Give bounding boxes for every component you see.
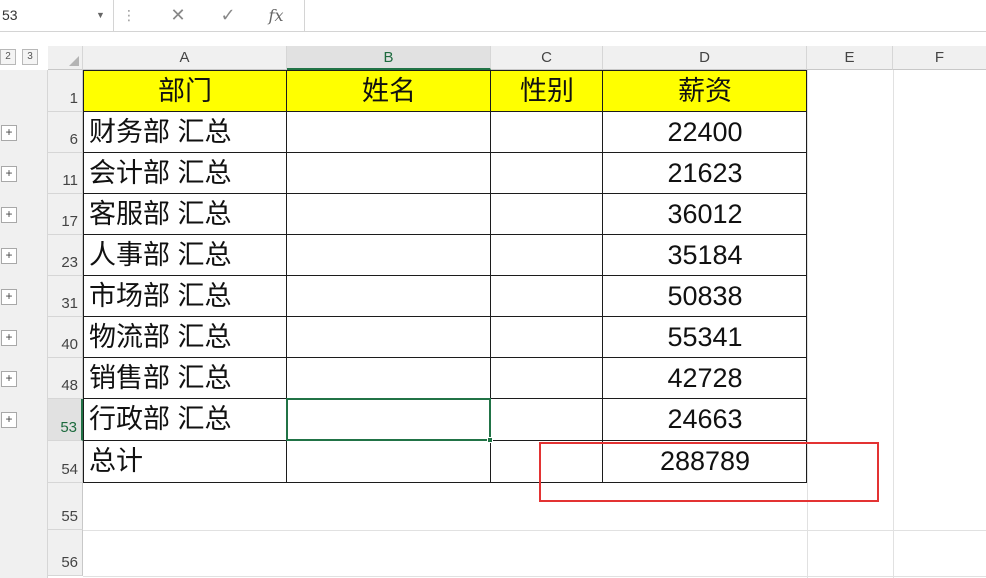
table-border <box>806 70 807 483</box>
formula-input[interactable] <box>304 0 986 31</box>
outline-pane: + + + + + + + + <box>0 70 48 578</box>
table-border <box>83 70 84 483</box>
column-header-f[interactable]: F <box>893 46 986 70</box>
table-border <box>83 275 807 276</box>
column-header-a[interactable]: A <box>83 46 287 70</box>
cell-dept[interactable]: 物流部 汇总 <box>83 317 287 358</box>
cell-salary[interactable]: 21623 <box>603 153 807 194</box>
gridline <box>83 576 986 577</box>
row-header[interactable]: 53 <box>48 399 83 441</box>
row-header[interactable]: 56 <box>48 530 83 576</box>
cell-c1[interactable]: 性别 <box>491 71 603 112</box>
row-header[interactable]: 17 <box>48 194 83 235</box>
table-border <box>602 70 603 483</box>
cell-salary[interactable]: 50838 <box>603 276 807 317</box>
column-header-d[interactable]: D <box>603 46 807 70</box>
cell-salary[interactable]: 35184 <box>603 235 807 276</box>
expand-group-button[interactable]: + <box>1 289 17 305</box>
cell-dept[interactable]: 人事部 汇总 <box>83 235 287 276</box>
gridline <box>893 70 894 578</box>
cell-dept[interactable]: 财务部 汇总 <box>83 112 287 153</box>
expand-group-button[interactable]: + <box>1 371 17 387</box>
table-border <box>83 234 807 235</box>
row-header[interactable]: 48 <box>48 358 83 399</box>
cell-salary[interactable]: 42728 <box>603 358 807 399</box>
cell-salary[interactable]: 24663 <box>603 399 807 441</box>
row-header[interactable]: 55 <box>48 483 83 530</box>
cell-dept[interactable]: 市场部 汇总 <box>83 276 287 317</box>
cell-salary[interactable]: 22400 <box>603 112 807 153</box>
table-border <box>83 316 807 317</box>
row-header[interactable]: 40 <box>48 317 83 358</box>
cell-total-label[interactable]: 总计 <box>83 441 287 483</box>
select-all-triangle-icon <box>69 56 79 66</box>
cancel-icon[interactable]: ✕ <box>164 0 192 31</box>
expand-group-button[interactable]: + <box>1 330 17 346</box>
cell-dept[interactable]: 客服部 汇总 <box>83 194 287 235</box>
enter-icon[interactable]: ✓ <box>214 0 242 31</box>
cell-b1[interactable]: 姓名 <box>287 71 491 112</box>
cell-dept[interactable]: 会计部 汇总 <box>83 153 287 194</box>
outline-level-3-button[interactable]: 3 <box>22 49 38 65</box>
cell-salary[interactable]: 36012 <box>603 194 807 235</box>
expand-group-button[interactable]: + <box>1 166 17 182</box>
name-box-dropdown-icon[interactable]: ▼ <box>96 0 105 31</box>
column-header-e[interactable]: E <box>807 46 893 70</box>
expand-group-button[interactable]: + <box>1 207 17 223</box>
cell-a1[interactable]: 部门 <box>83 71 287 112</box>
row-header[interactable]: 6 <box>48 112 83 153</box>
column-header-c[interactable]: C <box>491 46 603 70</box>
highlight-annotation <box>539 442 879 502</box>
table-border <box>83 193 807 194</box>
expand-group-button[interactable]: + <box>1 248 17 264</box>
expand-group-button[interactable]: + <box>1 412 17 428</box>
gridline <box>83 530 986 531</box>
insert-function-icon[interactable]: fx <box>262 0 290 31</box>
select-all-button[interactable] <box>48 46 83 70</box>
fill-handle[interactable] <box>487 437 493 443</box>
cell-salary[interactable]: 55341 <box>603 317 807 358</box>
row-header[interactable]: 11 <box>48 153 83 194</box>
active-cell-selection[interactable] <box>286 398 491 441</box>
cell-dept[interactable]: 行政部 汇总 <box>83 399 287 441</box>
outline-level-2-button[interactable]: 2 <box>0 49 16 65</box>
formula-bar-grip-icon: ⋮ <box>122 7 136 23</box>
cell-dept[interactable]: 销售部 汇总 <box>83 358 287 399</box>
cell-d1[interactable]: 薪资 <box>603 71 807 112</box>
row-header[interactable]: 23 <box>48 235 83 276</box>
table-border <box>83 357 807 358</box>
expand-group-button[interactable]: + <box>1 125 17 141</box>
column-header-b[interactable]: B <box>287 46 491 70</box>
table-border <box>83 152 807 153</box>
row-header[interactable]: 1 <box>48 70 83 112</box>
table-border <box>83 111 807 112</box>
formula-bar: 53 ▼ ⋮ ✕ ✓ fx <box>0 0 986 32</box>
table-border <box>83 70 807 71</box>
row-header[interactable]: 31 <box>48 276 83 317</box>
row-header[interactable]: 54 <box>48 441 83 483</box>
